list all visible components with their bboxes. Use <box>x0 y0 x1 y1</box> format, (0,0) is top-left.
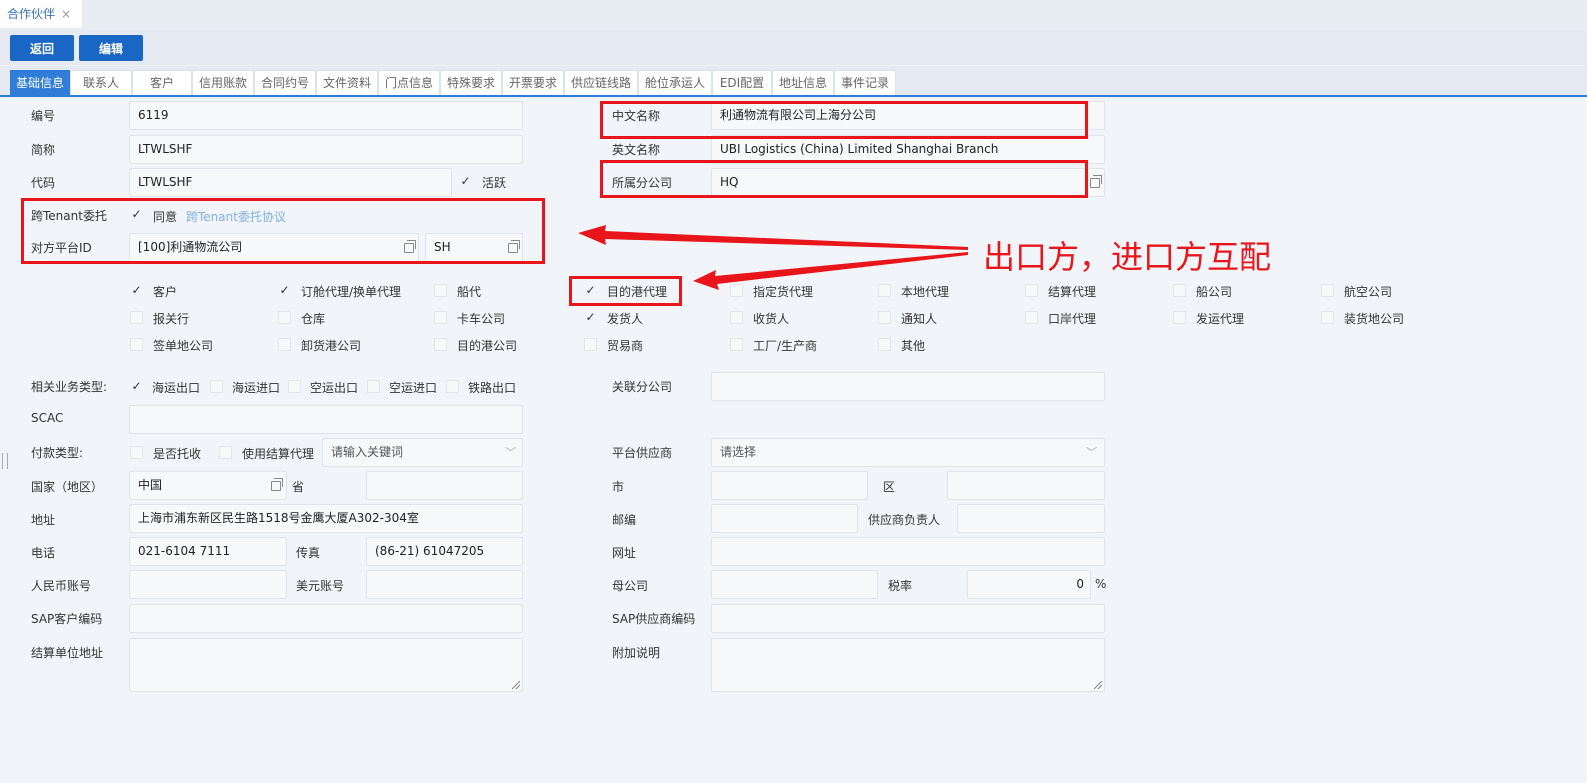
annotation-arrows <box>578 225 968 290</box>
arrow-to-tenant <box>578 225 968 250</box>
arrow-to-dest-agent <box>693 252 968 290</box>
annotation-text: 出口方，进口方互配 <box>983 238 1272 276</box>
